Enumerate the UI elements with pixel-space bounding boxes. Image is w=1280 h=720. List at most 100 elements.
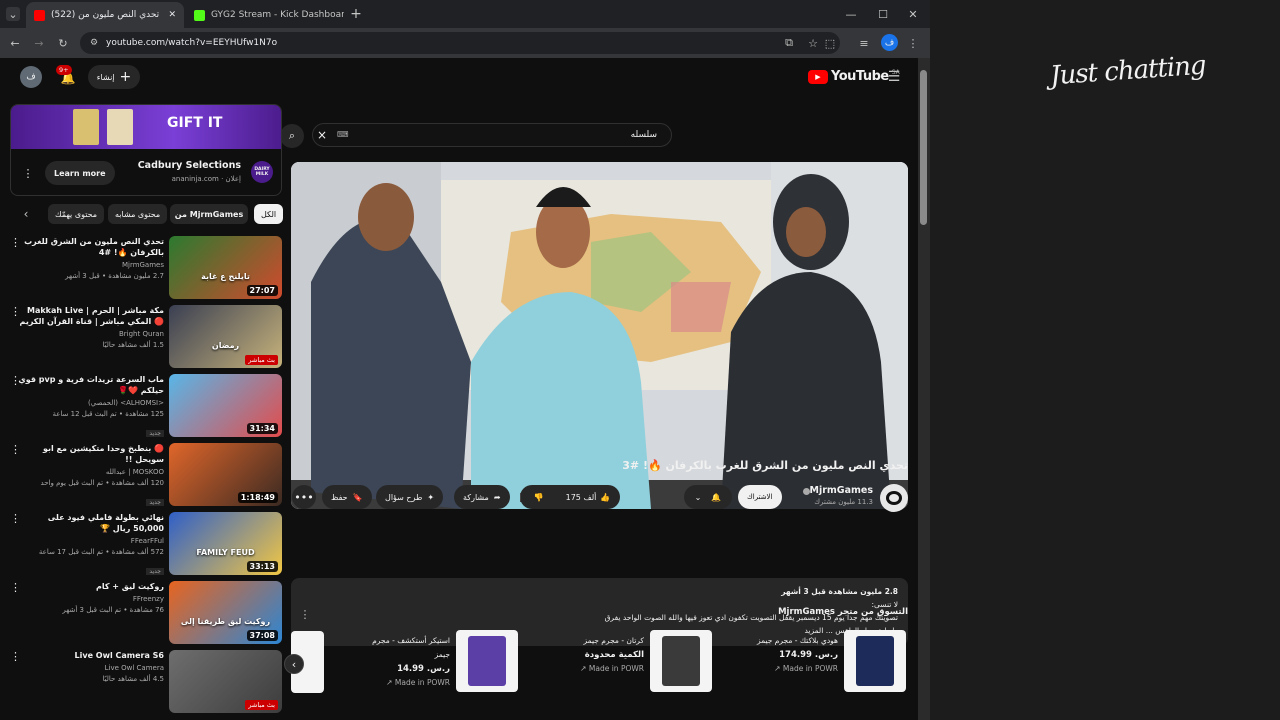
related-meta: 120 ألف مشاهدة • تم البث قبل يوم واحد: [40, 479, 164, 487]
new-badge: جديد: [146, 499, 164, 506]
video-player[interactable]: [291, 162, 908, 509]
sidebar-ad[interactable]: GIFT IT DAIRY MILK Cadbury Selections إع…: [10, 104, 282, 196]
profile-avatar[interactable]: ف: [881, 34, 898, 51]
more-horizontal-icon: •••: [294, 490, 314, 504]
chips-prev-icon[interactable]: ‹: [18, 206, 34, 222]
related-video-item[interactable]: 1:18:49 🔴 بنطبخ وحدا متكيشين مع ابو سويح…: [10, 443, 282, 507]
product-name: هودي بلاكتك - مجرم جيمز: [756, 636, 838, 645]
store-menu-icon[interactable]: ⋮: [300, 607, 311, 621]
related-menu-icon[interactable]: ⋮: [10, 513, 21, 524]
dislike-button[interactable]: 👎: [520, 492, 556, 502]
search-button[interactable]: ⌕: [280, 124, 304, 148]
ask-button[interactable]: طرح سؤال ✦: [376, 485, 444, 509]
close-window-icon[interactable]: ✕: [906, 7, 920, 21]
avatar[interactable]: ف: [20, 66, 42, 88]
related-thumbnail[interactable]: بث مباشر: [169, 650, 282, 713]
search-clear-icon[interactable]: ×: [317, 128, 327, 142]
related-video-item[interactable]: روكيت ليق طريقنا إلى 37:08 روكيت ليق + ك…: [10, 581, 282, 645]
channel-logo-icon: [886, 491, 902, 505]
related-menu-icon[interactable]: ⋮: [10, 582, 21, 593]
product-image[interactable]: [650, 630, 712, 692]
extensions-icon[interactable]: ⬚: [822, 35, 838, 51]
tab-close-icon[interactable]: ✕: [168, 10, 176, 20]
product-info: كرتان - مجرم جيمز الكمية محدودة ↗ Made i…: [580, 634, 644, 676]
related-video-item[interactable]: تايلنج ع غابة 27:07 تحدي النص مليون من ا…: [10, 236, 282, 300]
related-menu-icon[interactable]: ⋮: [10, 237, 21, 248]
related-thumbnail[interactable]: 31:34: [169, 374, 282, 437]
save-button[interactable]: حفظ 🔖: [322, 485, 372, 509]
tab-youtube[interactable]: (522) تحدي النص مليون من ✕: [26, 2, 184, 28]
related-video-item[interactable]: رمضان بث مباشر مكة مباشر | الحرم | Makka…: [10, 305, 282, 369]
back-icon[interactable]: ←: [8, 35, 22, 51]
ad-menu-icon[interactable]: ⋮: [23, 165, 34, 181]
chip-similar[interactable]: محتوى مشابه: [108, 204, 168, 224]
ad-product-box: [107, 109, 133, 145]
product-image[interactable]: [456, 630, 518, 692]
notification-pref-button[interactable]: ⌄ 🔔: [684, 485, 732, 509]
chip-from-channel[interactable]: من MjrmGames: [170, 204, 248, 224]
browser-menu-icon[interactable]: ⋮: [906, 35, 920, 51]
channel-info[interactable]: MjrmGames 11.3 مليون مشترك: [810, 485, 874, 506]
search-input[interactable]: × ⌨ سلسله: [312, 123, 672, 147]
related-channel: MjrmGames: [121, 261, 164, 269]
related-thumbnail[interactable]: رمضان بث مباشر: [169, 305, 282, 368]
product-price: ر.س. 14.99: [397, 664, 450, 674]
reload-icon[interactable]: ↻: [56, 35, 70, 51]
thumbnail-text: رمضان: [211, 341, 240, 350]
more-actions-button[interactable]: •••: [292, 485, 316, 509]
chevron-down-icon: ⌄: [694, 492, 702, 502]
tab-strip: ⌄ (522) تحدي النص مليون من ✕ GYG2 Stream…: [0, 0, 930, 28]
media-control-icon[interactable]: ≡: [856, 35, 872, 51]
related-menu-icon[interactable]: ⋮: [10, 375, 21, 386]
store-product[interactable]: استيكر أستكشف - مجرم جيمز ر.س. 14.99 ↗ M…: [356, 630, 518, 696]
related-thumbnail[interactable]: 1:18:49: [169, 443, 282, 506]
chip-all[interactable]: الكل: [254, 204, 284, 224]
install-app-icon[interactable]: ⧉: [782, 36, 796, 50]
subscribe-button[interactable]: الاشتراك: [738, 485, 782, 509]
keyboard-icon[interactable]: ⌨: [337, 130, 349, 139]
store-product[interactable]: كرتان - مجرم جيمز الكمية محدودة ↗ Made i…: [550, 630, 712, 696]
bookmark-icon: 🔖: [352, 492, 363, 502]
related-thumbnail[interactable]: تايلنج ع غابة 27:07: [169, 236, 282, 299]
create-button[interactable]: إنشاء +: [88, 65, 140, 89]
bookmark-star-icon[interactable]: ☆: [806, 36, 820, 50]
related-menu-icon[interactable]: ⋮: [10, 444, 21, 455]
related-menu-icon[interactable]: ⋮: [10, 651, 21, 662]
related-video-item[interactable]: بث مباشر Live Owl Camera S6 Live Owl Cam…: [10, 650, 282, 714]
related-menu-icon[interactable]: ⋮: [10, 306, 21, 317]
store-prev-button[interactable]: ‹: [284, 654, 304, 674]
product-source: ↗ Made in POWR: [580, 664, 644, 673]
related-thumbnail[interactable]: روكيت ليق طريقنا إلى 37:08: [169, 581, 282, 644]
product-shape: [662, 636, 700, 686]
youtube-logo[interactable]: ▶ YouTube SA: [808, 69, 900, 84]
product-image[interactable]: [844, 630, 906, 692]
learn-more-button[interactable]: Learn more: [45, 161, 115, 185]
related-video-item[interactable]: 31:34 ماب السرعة تريدات فرية و pvp قوي ح…: [10, 374, 282, 438]
share-button[interactable]: مشاركة ➦: [454, 485, 510, 509]
related-thumbnail[interactable]: FAMILY FEUD 33:13: [169, 512, 282, 575]
channel-avatar[interactable]: [880, 484, 908, 512]
site-info-icon[interactable]: ⚙: [88, 37, 100, 49]
kick-favicon-icon: [194, 9, 205, 21]
minimize-icon[interactable]: —: [844, 7, 858, 21]
related-video-item[interactable]: FAMILY FEUD 33:13 نهائي بطولة فاملي فيود…: [10, 512, 282, 576]
tab-kick[interactable]: GYG2 Stream - Kick Dashboard ✕: [186, 2, 344, 28]
forward-icon[interactable]: →: [32, 35, 46, 51]
new-tab-button[interactable]: +: [348, 6, 364, 22]
store-products: هودي بلاكتك - مجرم جيمز ر.س. 174.99 ↗ Ma…: [291, 630, 908, 698]
tab-search-icon[interactable]: ⌄: [6, 7, 20, 21]
chip-recommended[interactable]: محتوى يهمّك: [48, 204, 105, 224]
thumbs-up-icon: 👍: [600, 492, 611, 502]
tab-kick-title: GYG2 Stream - Kick Dashboard: [211, 10, 344, 20]
scrollbar-thumb[interactable]: [920, 70, 927, 225]
store-product[interactable]: هودي بلاكتك - مجرم جيمز ر.س. 174.99 ↗ Ma…: [744, 630, 906, 696]
duration-badge: 33:13: [246, 561, 278, 572]
maximize-icon[interactable]: ☐: [876, 7, 890, 21]
ad-banner[interactable]: GIFT IT: [11, 105, 281, 149]
browser-window: ⌄ (522) تحدي النص مليون من ✕ GYG2 Stream…: [0, 0, 930, 720]
search-icon: ⌕: [288, 129, 296, 142]
related-meta: 4.5 ألف مشاهد حاليًا: [102, 675, 164, 683]
url-field[interactable]: ⚙ youtube.com/watch?v=EEYHUfw1N7o ⧉ ☆: [80, 32, 840, 54]
like-button[interactable]: 175 ألف 👍: [556, 493, 620, 502]
subscriber-count: 11.3 مليون مشترك: [814, 498, 873, 506]
